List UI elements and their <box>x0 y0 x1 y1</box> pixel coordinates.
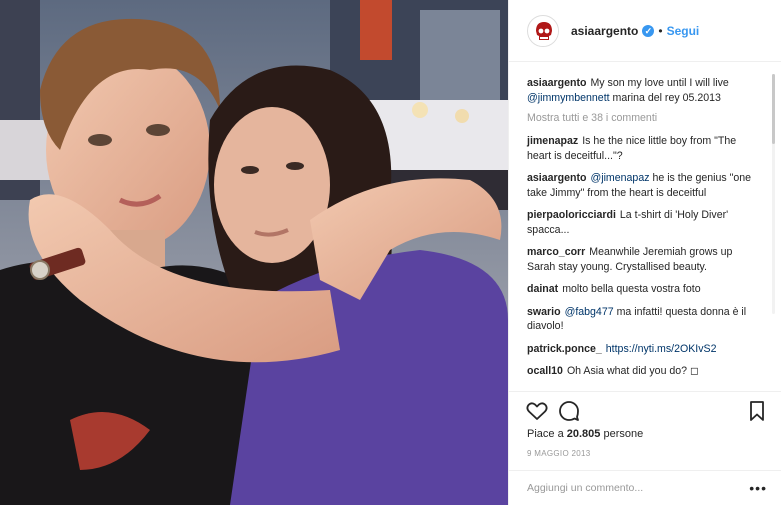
comment: dainat molto bella questa vostra foto <box>527 282 763 297</box>
post-date: 9 MAGGIO 2013 <box>527 449 591 458</box>
scrollbar-thumb[interactable] <box>772 74 775 144</box>
comment-username[interactable]: ocall10 <box>527 365 563 377</box>
more-options-icon[interactable]: ••• <box>749 480 767 496</box>
comment-username[interactable]: asiaargento <box>527 172 586 184</box>
post-side-panel: asiaargento ✓ • Segui asiaargento My son … <box>508 0 781 505</box>
caption-text: My son my love until I will live <box>590 77 729 89</box>
comment-username[interactable]: pierpaoloricciardi <box>527 209 616 221</box>
comment-link[interactable]: https://nyti.ms/2OKIvS2 <box>606 343 717 355</box>
post-photo[interactable] <box>0 0 508 505</box>
likes-number: 20.805 <box>566 428 601 440</box>
comment-username[interactable]: marco_corr <box>527 246 585 258</box>
caption-mention[interactable]: @jimmymbennett <box>527 92 610 104</box>
comments-list[interactable]: asiaargento My son my love until I will l… <box>509 62 781 392</box>
header-separator: • <box>658 23 663 38</box>
caption-tail: marina del rey 05.2013 <box>612 91 721 104</box>
instagram-post: asiaargento ✓ • Segui asiaargento My son … <box>0 0 781 505</box>
likes-prefix: Piace a <box>527 428 564 440</box>
load-more-comments[interactable]: Mostra tutti e 38 i commenti <box>527 112 763 124</box>
comment: swario @fabg477 ma infatti! questa donna … <box>527 305 763 334</box>
bookmark-icon[interactable] <box>745 399 769 423</box>
heart-icon[interactable] <box>525 399 549 423</box>
photo-illustration <box>0 0 508 505</box>
comment: jimenapaz Is he the nice little boy from … <box>527 134 763 163</box>
header-username[interactable]: asiaargento <box>571 24 638 38</box>
comment-username[interactable]: patrick.ponce_ <box>527 343 602 355</box>
comment-mention[interactable]: @jimenapaz <box>590 172 649 184</box>
verified-badge-icon: ✓ <box>642 24 655 37</box>
post-header: asiaargento ✓ • Segui <box>509 0 781 62</box>
add-comment-input[interactable]: Aggiungi un commento... <box>527 482 749 494</box>
skull-avatar-icon <box>529 16 558 46</box>
comment-username[interactable]: jimenapaz <box>527 135 578 147</box>
comment-username[interactable]: swario <box>527 306 561 318</box>
comment: pierpaoloricciardi La t-shirt di 'Holy Di… <box>527 208 763 237</box>
comment: asiaargento @jimenapaz he is the genius "… <box>527 171 763 200</box>
comments-scrollbar[interactable] <box>772 74 775 314</box>
likes-suffix: persone <box>603 428 644 440</box>
comment-text: molto bella questa vostra foto <box>562 283 701 295</box>
comment-text: Oh Asia what did you do? ◻ <box>566 365 699 377</box>
add-comment-bar: Aggiungi un commento... ••• <box>509 470 781 505</box>
caption: asiaargento My son my love until I will l… <box>527 76 763 105</box>
comment: marco_corr Meanwhile Jeremiah grows up Sa… <box>527 245 763 274</box>
action-bar <box>509 393 781 427</box>
comment: ocall10 Oh Asia what did you do? ◻ <box>527 364 763 379</box>
follow-button[interactable]: Segui <box>667 24 700 38</box>
likes-count[interactable]: Piace a 20.805 persone <box>527 428 643 440</box>
comment: patrick.ponce_ https://nyti.ms/2OKIvS2 <box>527 342 763 357</box>
comment-mention[interactable]: @fabg477 <box>565 306 614 318</box>
comment-username[interactable]: dainat <box>527 283 558 295</box>
caption-username[interactable]: asiaargento <box>527 77 586 89</box>
comment-icon[interactable] <box>557 399 581 423</box>
profile-avatar[interactable] <box>527 14 559 47</box>
